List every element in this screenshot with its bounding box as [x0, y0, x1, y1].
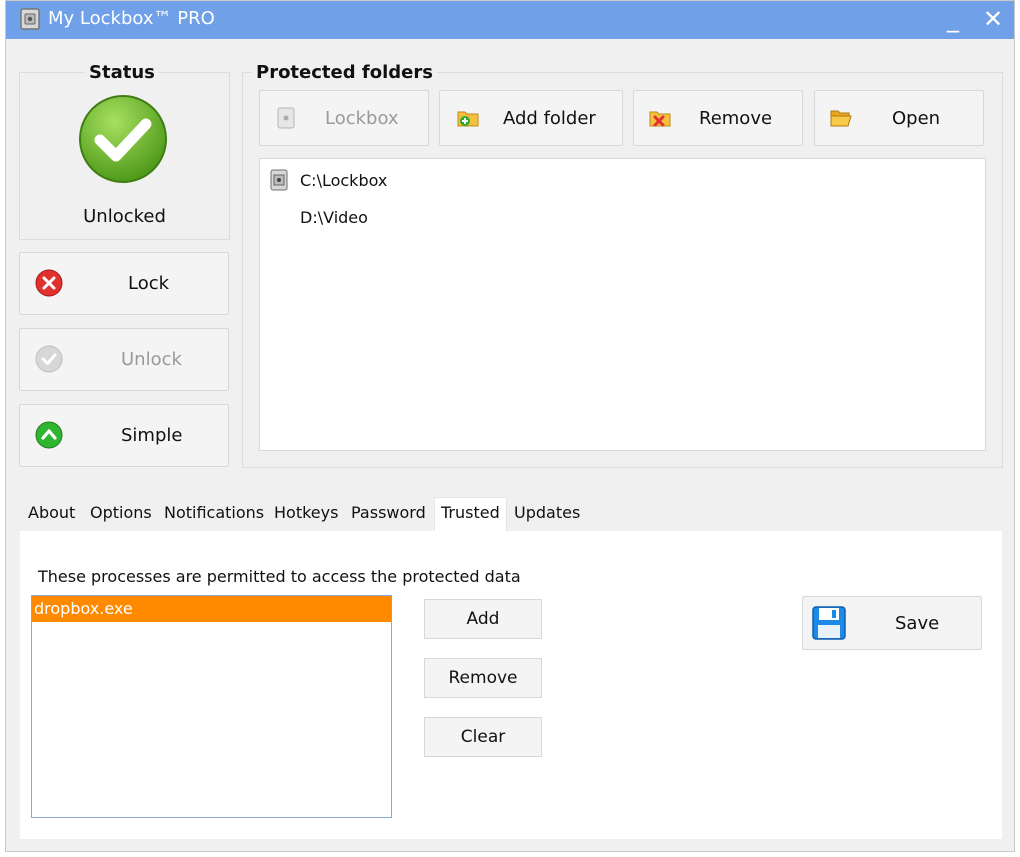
close-button[interactable]: ✕ — [978, 3, 1008, 35]
lockbox-folder-icon — [270, 169, 288, 191]
lock-button-label: Lock — [128, 273, 170, 294]
lockbox-app-icon — [20, 8, 40, 30]
simple-button[interactable]: Simple — [19, 404, 229, 467]
unlock-check-icon — [35, 345, 63, 373]
open-folder-button[interactable]: Open — [814, 90, 984, 146]
clear-processes-button[interactable]: Clear — [424, 717, 542, 757]
remove-folder-button-label: Remove — [699, 107, 773, 129]
lockbox-icon — [277, 107, 295, 129]
minimize-button[interactable]: _ — [938, 3, 968, 35]
tab-updates[interactable]: Updates — [514, 503, 580, 529]
folder-item[interactable]: D:\Video — [300, 208, 368, 227]
simple-up-arrow-icon — [35, 421, 63, 449]
app-window: My Lockbox™ PRO _ ✕ Status Unlocked Lock… — [5, 0, 1015, 852]
remove-folder-icon — [649, 111, 671, 127]
add-process-button[interactable]: Add — [424, 599, 542, 639]
save-button[interactable]: Save — [802, 596, 982, 650]
trusted-description: These processes are permitted to access … — [38, 567, 521, 586]
unlock-button[interactable]: Unlock — [19, 328, 229, 391]
lock-button[interactable]: Lock — [19, 252, 229, 315]
save-button-label: Save — [895, 612, 940, 634]
add-folder-icon — [457, 111, 479, 127]
simple-button-label: Simple — [121, 425, 183, 446]
tab-password[interactable]: Password — [351, 503, 426, 529]
trusted-process-list[interactable]: dropbox.exe — [31, 595, 392, 818]
lockbox-button-label: Lockbox — [325, 107, 399, 129]
window-title: My Lockbox™ PRO — [48, 8, 215, 29]
status-ok-icon — [79, 95, 167, 183]
remove-process-button[interactable]: Remove — [424, 658, 542, 698]
status-text: Unlocked — [83, 206, 166, 227]
status-group-title: Status — [85, 62, 159, 83]
protected-folders-title: Protected folders — [252, 62, 437, 83]
tab-hotkeys[interactable]: Hotkeys — [274, 503, 338, 529]
folder-item[interactable]: C:\Lockbox — [300, 171, 387, 190]
open-folder-button-label: Open — [892, 107, 941, 129]
tab-notifications[interactable]: Notifications — [164, 503, 264, 529]
add-folder-button[interactable]: Add folder — [439, 90, 623, 146]
lock-red-x-icon — [35, 269, 63, 297]
tab-about[interactable]: About — [28, 503, 75, 529]
process-item[interactable]: dropbox.exe — [32, 596, 391, 622]
save-floppy-icon — [812, 606, 846, 640]
folder-list[interactable]: C:\Lockbox D:\Video — [259, 158, 986, 451]
trusted-tab-panel: These processes are permitted to access … — [20, 531, 1002, 839]
lockbox-button[interactable]: Lockbox — [259, 90, 429, 146]
tab-trusted[interactable]: Trusted — [434, 497, 507, 531]
tab-options[interactable]: Options — [90, 503, 152, 529]
unlock-button-label: Unlock — [121, 349, 182, 370]
remove-folder-button[interactable]: Remove — [633, 90, 803, 146]
title-bar[interactable]: My Lockbox™ PRO _ ✕ — [6, 1, 1014, 39]
open-folder-icon — [830, 110, 852, 127]
add-folder-button-label: Add folder — [503, 107, 596, 129]
